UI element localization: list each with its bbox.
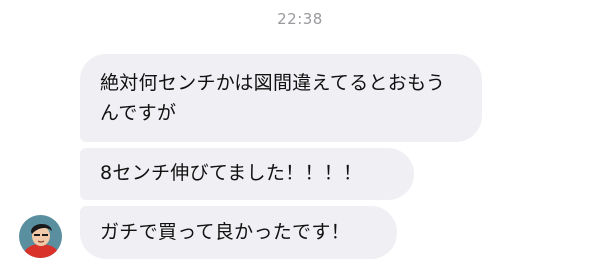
message-bubble[interactable]: 絶対何センチかは図間違えてるとおもうんですが — [80, 54, 482, 142]
message-bubble[interactable]: 8センチ伸びてました！！！！ — [80, 148, 414, 200]
message-timestamp: 22:38 — [277, 10, 323, 28]
sender-avatar[interactable] — [19, 215, 62, 258]
message-bubble[interactable]: ガチで買って良かったです！ — [80, 206, 397, 259]
avatar-image — [19, 215, 62, 258]
chat-thread: 22:38 絶対何センチかは図間違えてるとおもうんですが 8センチ伸びてました！… — [0, 0, 600, 272]
